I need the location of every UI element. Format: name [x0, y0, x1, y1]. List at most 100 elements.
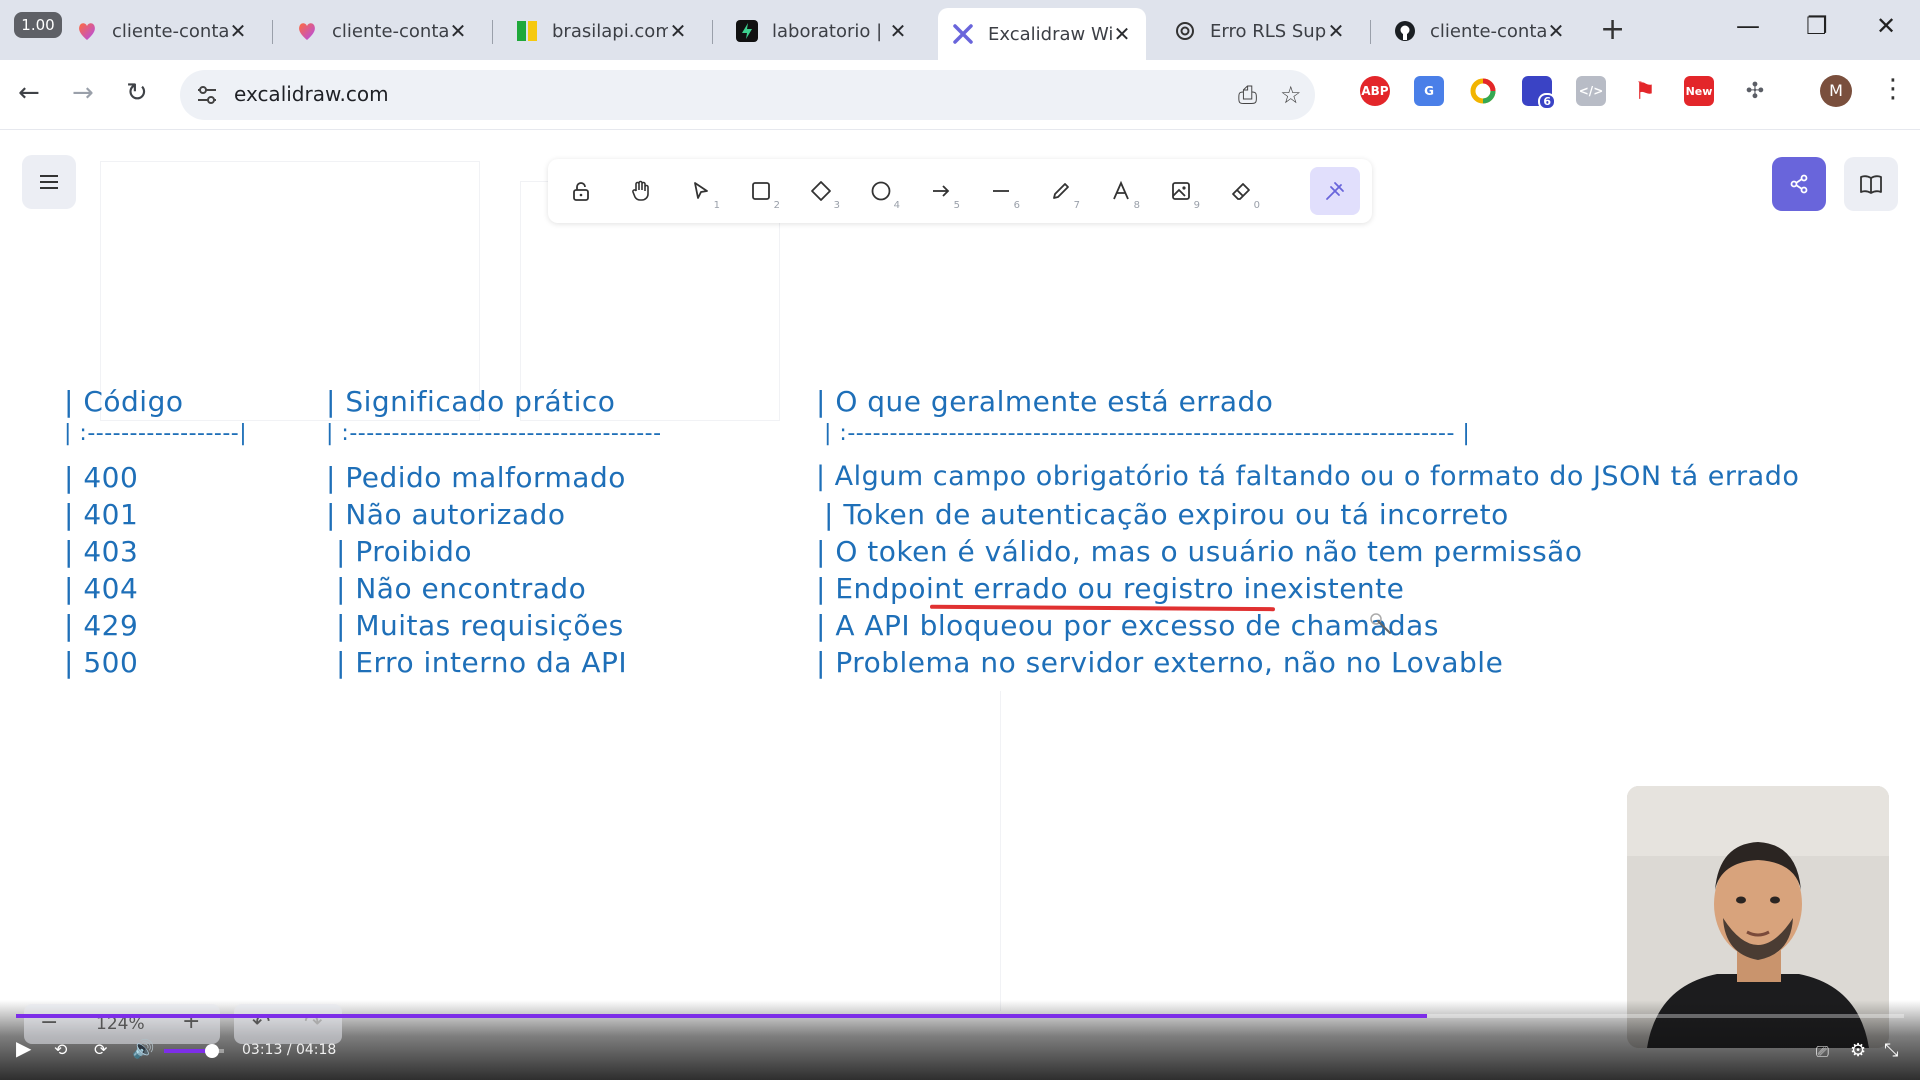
table-cell-meaning-header[interactable]: | Significado prático — [326, 385, 615, 418]
tab-excalidraw[interactable]: Excalidraw Wi ✕ — [938, 8, 1146, 60]
volume-slider-knob[interactable] — [205, 1044, 219, 1058]
line-tool-button[interactable]: 6 — [976, 167, 1026, 215]
new-badge-icon[interactable]: New — [1684, 76, 1714, 106]
close-icon[interactable]: ✕ — [228, 19, 248, 43]
eraser-icon — [1232, 183, 1250, 200]
table-cell-meaning[interactable]: | Não autorizado — [326, 498, 566, 531]
text-tool-button[interactable]: 8 — [1096, 167, 1146, 215]
faint-rectangle — [100, 161, 480, 421]
table-cell-meaning[interactable]: | Não encontrado — [336, 572, 586, 605]
table-cell-problem-header[interactable]: | O que geralmente está errado — [816, 385, 1273, 418]
more-menu-icon[interactable]: ⋮ — [1880, 74, 1906, 104]
tab-cliente-conta-github[interactable]: cliente-conta- ✕ — [1380, 10, 1580, 52]
volume-slider[interactable] — [164, 1044, 224, 1058]
laser-cursor-icon — [1370, 613, 1391, 634]
image-tool-button[interactable]: 9 — [1156, 167, 1206, 215]
image-icon — [1172, 182, 1190, 200]
restore-icon[interactable]: ❐ — [1806, 12, 1828, 40]
diamond-tool-button[interactable]: 3 — [796, 167, 846, 215]
rectangle-tool-button[interactable]: 2 — [736, 167, 786, 215]
avatar[interactable]: M — [1820, 75, 1852, 107]
forward-10-icon[interactable]: ⟳ — [94, 1040, 107, 1059]
puzzle-icon[interactable]: ✣ — [1740, 76, 1770, 106]
time-display: 03:13 / 04:18 — [242, 1042, 336, 1058]
close-icon[interactable]: ✕ — [1546, 19, 1566, 43]
table-cell-problem[interactable]: | A API bloqueou por excesso de chamadas — [816, 609, 1439, 642]
address-bar[interactable]: excalidraw.com ⎙ ☆ — [180, 70, 1315, 120]
minimize-icon[interactable]: — — [1736, 12, 1760, 40]
bookmark-star-icon[interactable]: ☆ — [1280, 81, 1302, 109]
table-cell-separator[interactable]: | :------------------| — [64, 421, 247, 446]
hand-tool-button[interactable] — [616, 167, 666, 215]
play-icon[interactable]: ▶ — [16, 1036, 31, 1060]
translate-icon[interactable]: G — [1414, 76, 1444, 106]
playback-speed-badge[interactable]: 1.00 — [14, 12, 62, 38]
close-icon[interactable]: ✕ — [448, 19, 468, 43]
browser-tab-strip: 1.00 cliente-conta- ✕ cliente-conta- ✕ b… — [0, 0, 1920, 60]
chatgpt-icon — [1174, 20, 1196, 42]
main-menu-button[interactable] — [22, 155, 76, 209]
extension-badge-icon[interactable]: 6 — [1522, 76, 1556, 110]
table-cell-problem[interactable]: | Endpoint errado ou registro inexistent… — [816, 572, 1404, 605]
share-button[interactable] — [1772, 157, 1826, 211]
selection-tool-button[interactable]: 1 — [676, 167, 726, 215]
tab-cliente-conta-1[interactable]: cliente-conta- ✕ — [62, 10, 262, 52]
table-cell-meaning[interactable]: | Muitas requisições — [336, 609, 624, 642]
ellipse-tool-button[interactable]: 4 — [856, 167, 906, 215]
table-cell-problem[interactable]: | Problema no servidor externo, não no L… — [816, 646, 1503, 679]
code-icon[interactable]: </> — [1576, 76, 1606, 106]
table-cell-code[interactable]: | 429 — [64, 609, 138, 642]
table-cell-code[interactable]: | 500 — [64, 646, 138, 679]
install-app-icon[interactable]: ⎙ — [1238, 81, 1257, 109]
captions-icon[interactable]: ⎚ — [1816, 1042, 1829, 1062]
table-cell-problem[interactable]: | O token é válido, mas o usuário não te… — [816, 535, 1582, 568]
table-cell-code[interactable]: | 401 — [64, 498, 138, 531]
draw-tool-button[interactable]: 7 — [1036, 167, 1086, 215]
new-tab-icon[interactable]: + — [1600, 12, 1625, 47]
color-ring-icon[interactable] — [1468, 76, 1498, 106]
close-icon[interactable]: ✕ — [668, 19, 688, 43]
library-button[interactable] — [1844, 157, 1898, 211]
exit-fullscreen-icon[interactable]: ⤡ — [1884, 1040, 1898, 1061]
reload-icon[interactable]: ↻ — [126, 78, 148, 108]
tab-title: Erro RLS Supa — [1210, 20, 1326, 42]
laser-pointer-tool-button[interactable] — [1310, 167, 1360, 215]
window-close-icon[interactable]: ✕ — [1876, 12, 1896, 40]
url-text: excalidraw.com — [234, 82, 389, 106]
table-cell-code-header[interactable]: | Código — [64, 385, 183, 418]
zoom-in-icon[interactable]: + — [182, 1009, 200, 1034]
close-icon[interactable]: ✕ — [888, 19, 908, 43]
table-cell-meaning[interactable]: | Erro interno da API — [336, 646, 627, 679]
video-progress-bar[interactable] — [16, 1014, 1904, 1018]
close-icon[interactable]: ✕ — [1326, 19, 1346, 43]
extension-badge-count: 6 — [1538, 93, 1556, 110]
lock-icon — [573, 182, 589, 201]
tab-cliente-conta-2[interactable]: cliente-conta- ✕ — [282, 10, 482, 52]
rewind-10-icon[interactable]: ⟲ — [54, 1040, 67, 1059]
table-cell-code[interactable]: | 403 — [64, 535, 138, 568]
table-cell-problem[interactable]: | Token de autenticação expirou ou tá in… — [824, 498, 1509, 531]
tab-erro-rls[interactable]: Erro RLS Supa ✕ — [1160, 10, 1360, 52]
table-cell-separator[interactable]: | :------------------------------------- — [326, 421, 662, 446]
table-cell-code[interactable]: | 400 — [64, 461, 138, 494]
volume-icon[interactable]: 🔊 — [132, 1039, 154, 1060]
github-icon — [1394, 20, 1416, 42]
settings-gear-icon[interactable]: ⚙ — [1850, 1040, 1866, 1061]
table-cell-separator[interactable]: | :-------------------------------------… — [824, 421, 1470, 446]
lock-tool-button[interactable] — [556, 167, 606, 215]
tab-laboratorio[interactable]: laboratorio | C ✕ — [722, 10, 922, 52]
adblock-plus-icon[interactable]: ABP — [1360, 76, 1390, 106]
table-cell-meaning[interactable]: | Proibido — [336, 535, 472, 568]
arrow-tool-button[interactable]: 5 — [916, 167, 966, 215]
eraser-tool-button[interactable]: 0 — [1216, 167, 1266, 215]
forward-icon[interactable]: → — [72, 78, 94, 108]
browser-toolbar: ← → ↻ excalidraw.com ⎙ ☆ ABP G 6 </> ⚑ N… — [0, 60, 1920, 130]
table-cell-code[interactable]: | 404 — [64, 572, 138, 605]
table-cell-problem[interactable]: | Algum campo obrigatório tá faltando ou… — [816, 461, 1799, 492]
table-cell-meaning[interactable]: | Pedido malformado — [326, 461, 626, 494]
site-settings-icon[interactable] — [194, 82, 220, 112]
close-icon[interactable]: ✕ — [1112, 22, 1132, 46]
back-icon[interactable]: ← — [18, 78, 40, 108]
pin-red-icon[interactable]: ⚑ — [1630, 76, 1660, 106]
tab-brasilapi[interactable]: brasilapi.com. ✕ — [502, 10, 702, 52]
